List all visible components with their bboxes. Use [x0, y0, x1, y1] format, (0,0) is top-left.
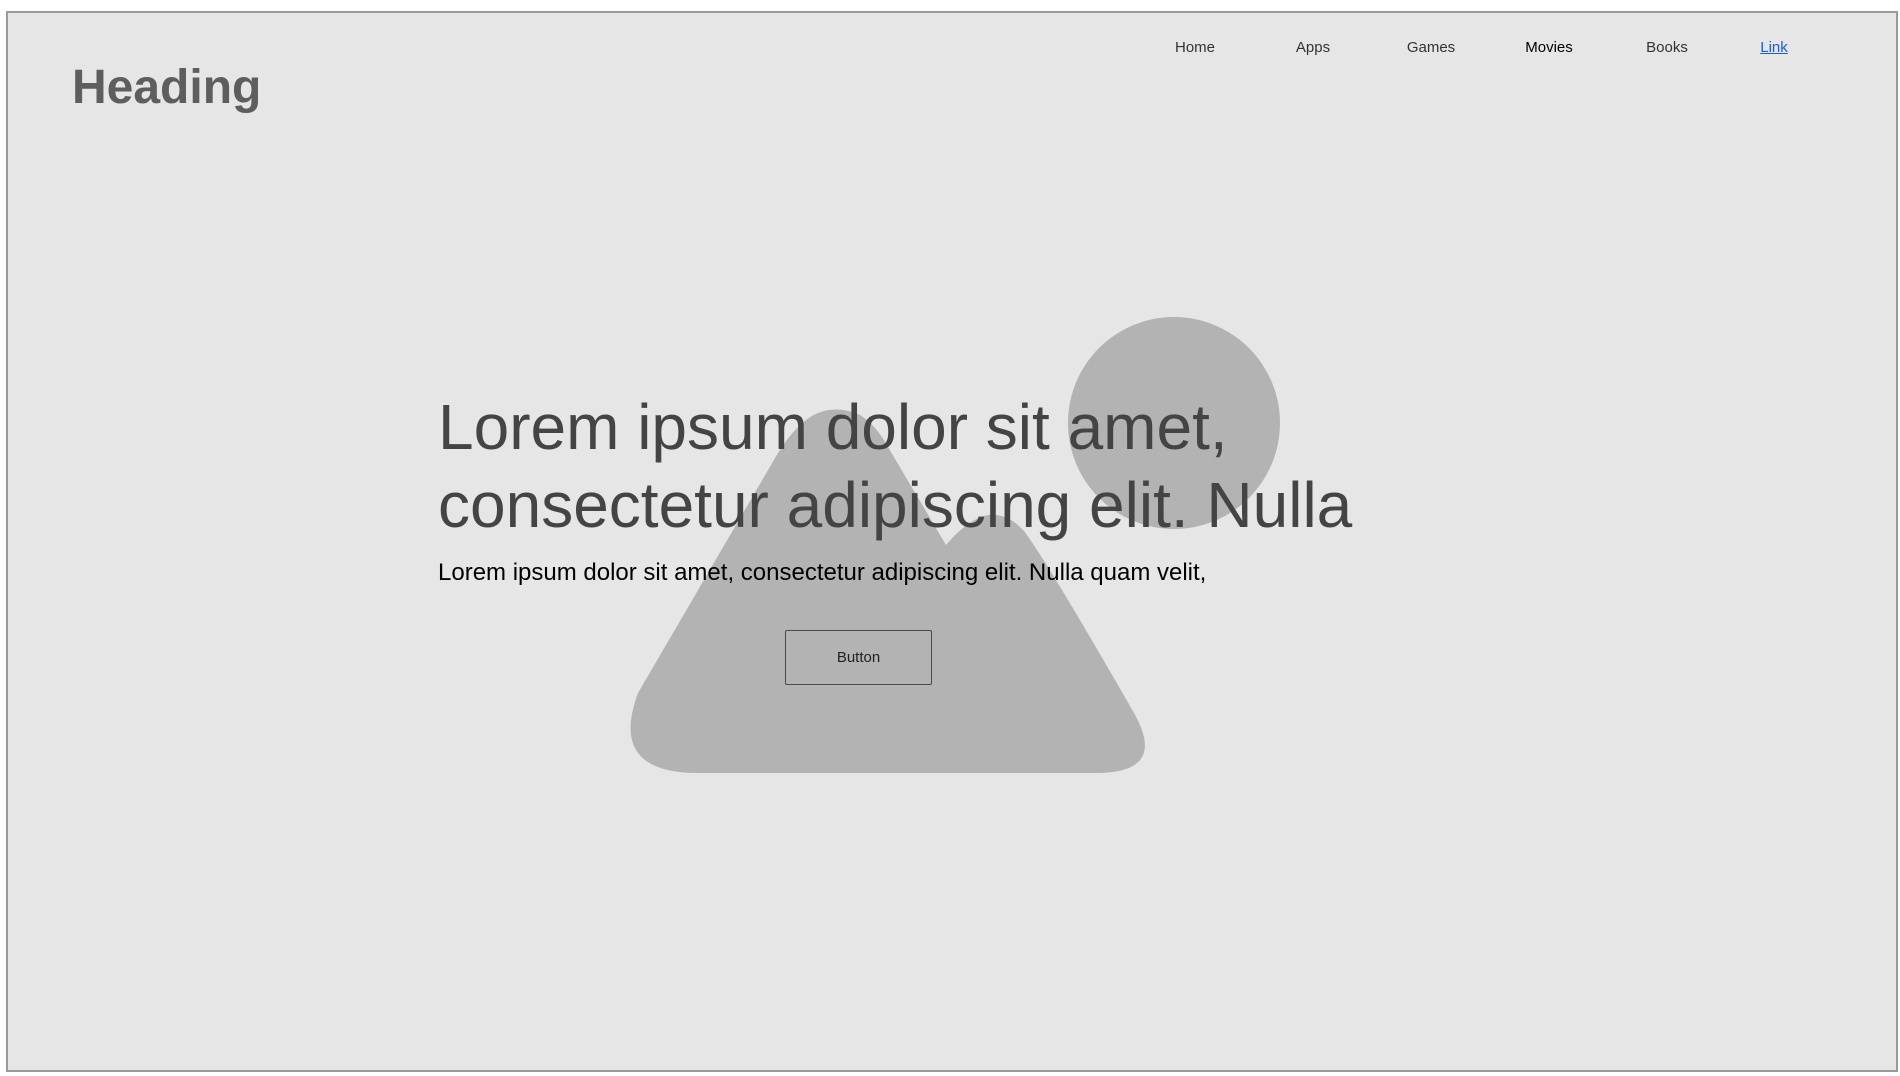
top-nav: Home Apps Games Movies Books Link: [8, 39, 1896, 63]
hero-text: Lorem ipsum dolor sit amet, consectetur …: [438, 559, 1207, 586]
nav-item-home[interactable]: Home: [1175, 39, 1215, 56]
page-frame: Heading Home Apps Games Movies Books Lin…: [6, 11, 1898, 1072]
nav-item-books[interactable]: Books: [1646, 39, 1688, 56]
hero-title: Lorem ipsum dolor sit amet, consectetur …: [438, 391, 1353, 552]
nav-item-games[interactable]: Games: [1407, 39, 1455, 56]
page-heading: Heading: [72, 61, 262, 114]
nav-item-link[interactable]: Link: [1760, 39, 1788, 56]
hero-button[interactable]: Button: [785, 630, 932, 685]
nav-item-movies[interactable]: Movies: [1525, 39, 1573, 56]
nav-item-apps[interactable]: Apps: [1296, 39, 1330, 56]
